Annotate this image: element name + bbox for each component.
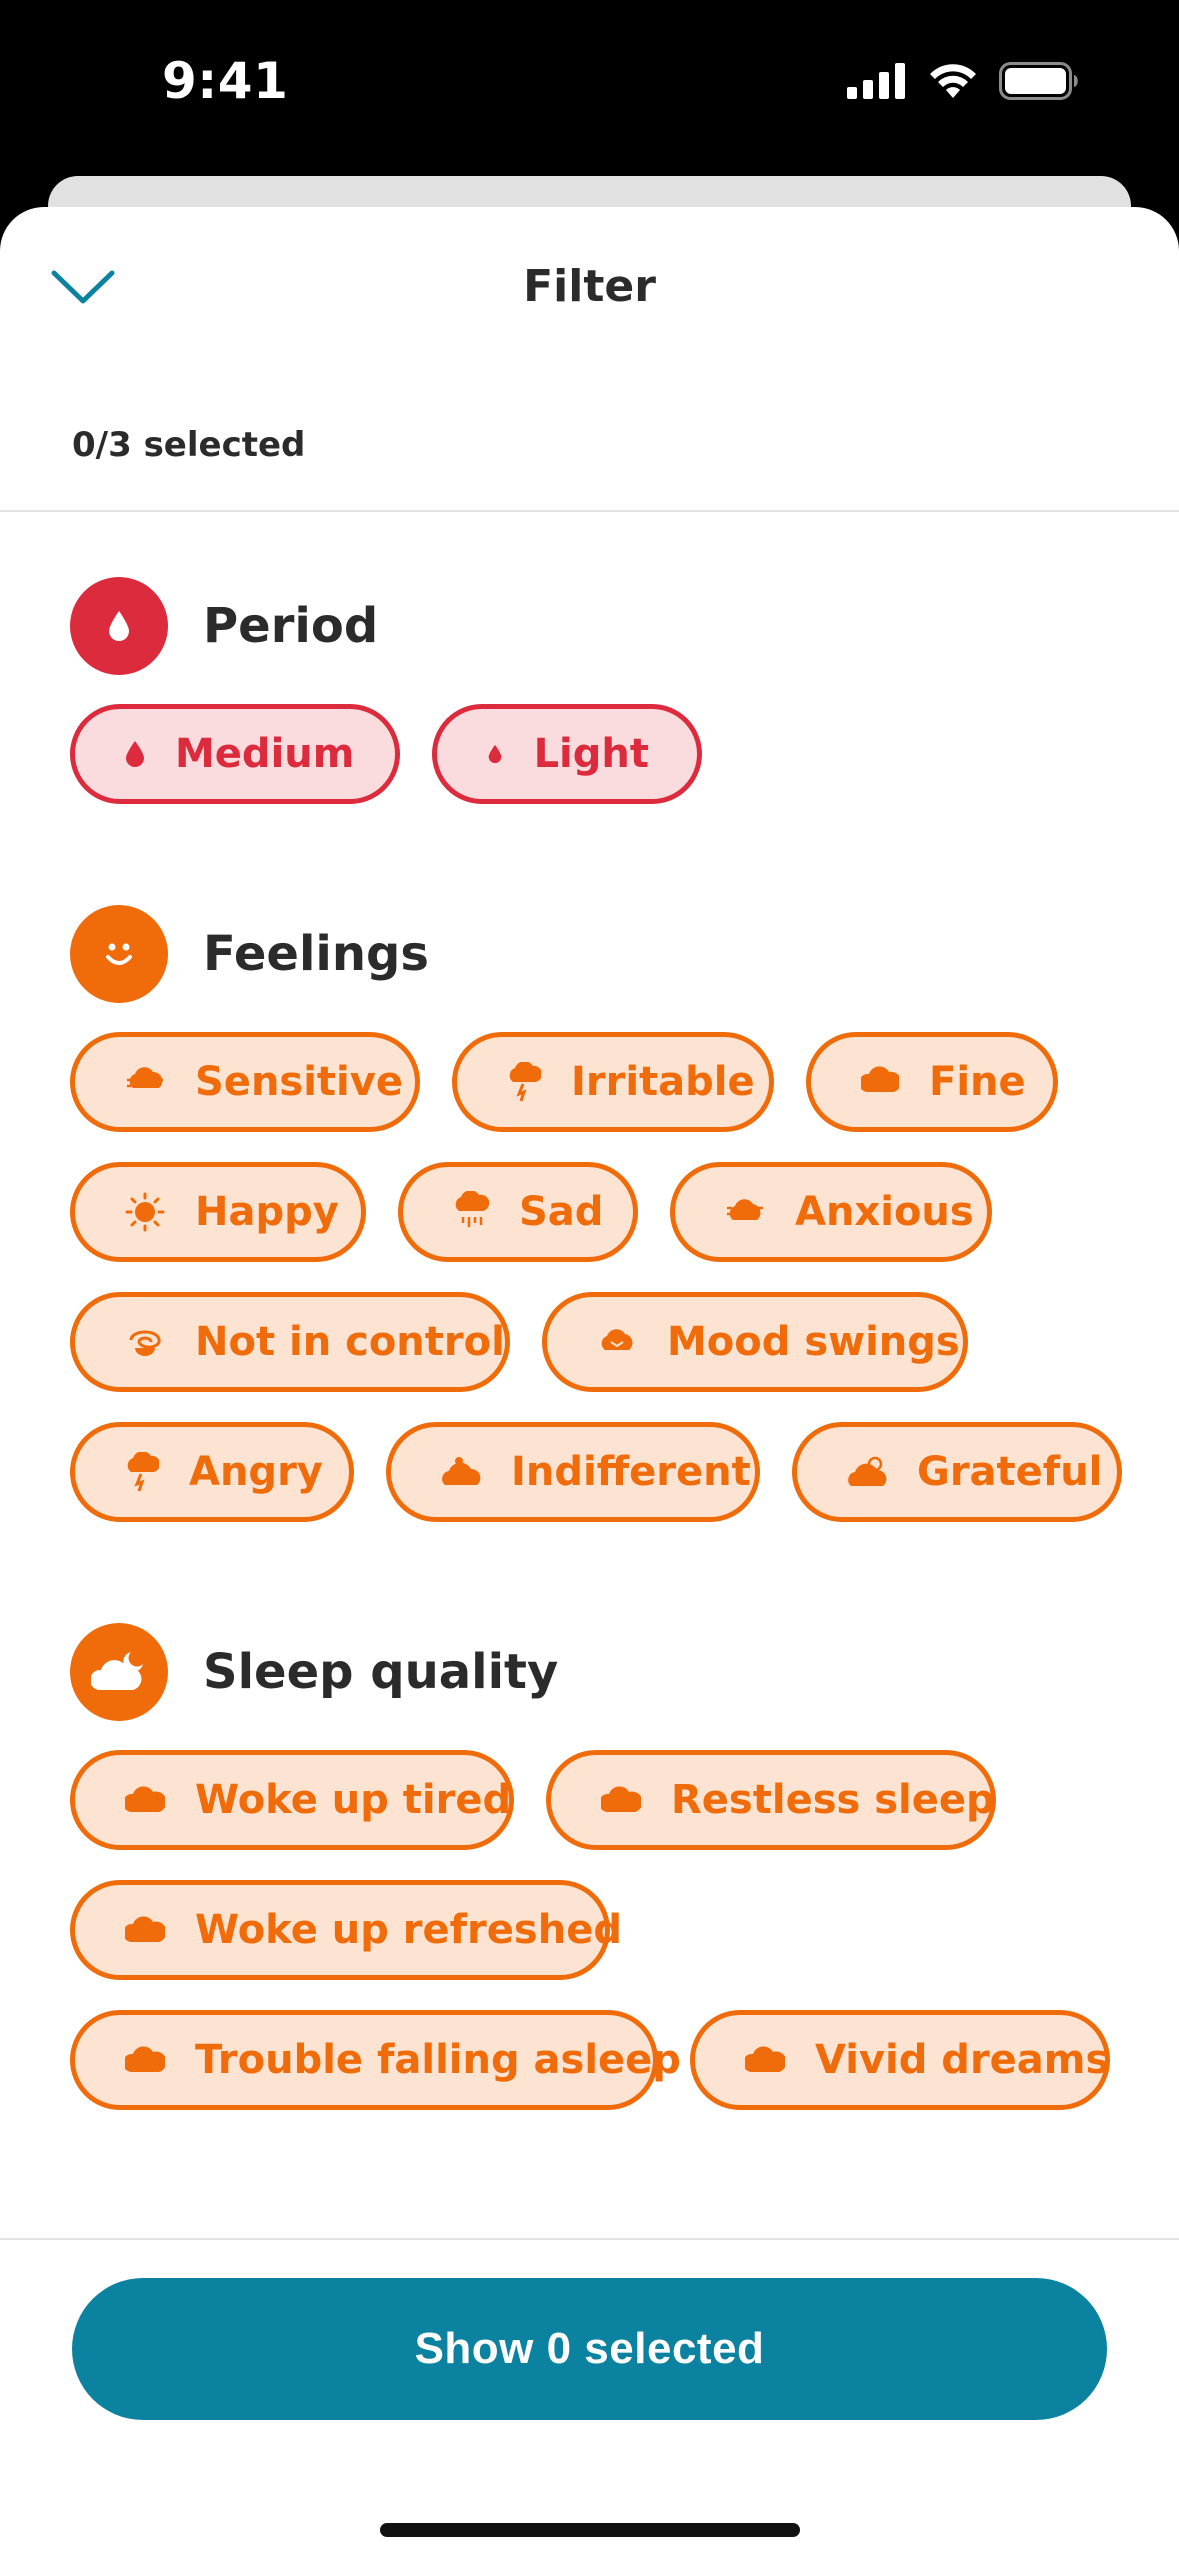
- filter-list[interactable]: Period Medium Light Feelings Sensitive I…: [0, 512, 1179, 2445]
- irritable-mood-icon: [507, 1062, 541, 1102]
- anxious-mood-icon: [725, 1192, 765, 1232]
- chip-woke-up-refreshed[interactable]: Woke up refreshed: [70, 1880, 622, 1980]
- chip-label: Happy: [195, 1189, 339, 1235]
- wifi-icon: [930, 64, 976, 98]
- small-blood-drop-icon: [487, 734, 504, 774]
- chip-label: Mood swings: [667, 1319, 960, 1365]
- battery-icon: [999, 62, 1078, 100]
- sad-rain-cloud-icon: [453, 1191, 489, 1232]
- chip-label: Sad: [519, 1189, 604, 1235]
- chip-label: Vivid dreams: [815, 2037, 1110, 2083]
- section-title: Period: [203, 598, 379, 654]
- chip-label: Light: [533, 731, 649, 777]
- mood-swings-icon: [597, 1322, 637, 1362]
- filter-sheet: Filter 0/3 selected Period Medium Light …: [0, 207, 1179, 2556]
- restless-cloud-icon: [601, 1780, 641, 1820]
- happy-sun-icon: [125, 1192, 165, 1232]
- chip-label: Fine: [929, 1059, 1026, 1105]
- chip-label: Anxious: [795, 1189, 974, 1235]
- section-header-sleep-quality: Sleep quality: [70, 1622, 1139, 1722]
- chip-fine[interactable]: Fine: [806, 1032, 1058, 1132]
- refreshed-cloud-icon: [125, 1910, 165, 1950]
- chip-sad[interactable]: Sad: [398, 1162, 638, 1262]
- section-title: Sleep quality: [203, 1644, 559, 1700]
- chip-label: Angry: [189, 1449, 323, 1495]
- sensitive-mood-icon: [125, 1062, 165, 1102]
- chip-medium[interactable]: Medium: [70, 704, 400, 804]
- chip-angry[interactable]: Angry: [70, 1422, 354, 1522]
- chip-label: Indifferent: [511, 1449, 751, 1495]
- chip-trouble-falling-asleep[interactable]: Trouble falling asleep: [70, 2010, 681, 2110]
- swirl-mood-icon: [125, 1322, 165, 1362]
- chip-label: Not in control: [195, 1319, 505, 1365]
- chip-mood-swings[interactable]: Mood swings: [542, 1292, 968, 1392]
- chip-group-feelings: Sensitive Irritable Fine Happy Sad Anxio…: [70, 1032, 1139, 1522]
- chip-anxious[interactable]: Anxious: [670, 1162, 992, 1262]
- dream-cloud-icon: [745, 2040, 785, 2080]
- fine-mood-icon: [861, 1062, 899, 1102]
- chip-grateful[interactable]: Grateful: [792, 1422, 1122, 1522]
- section-header-period: Period: [70, 576, 1139, 676]
- chip-light[interactable]: Light: [432, 704, 702, 804]
- section-title: Feelings: [203, 926, 429, 982]
- chip-label: Woke up refreshed: [195, 1907, 622, 1953]
- section-feelings: Feelings Sensitive Irritable Fine Happy …: [0, 904, 1179, 1522]
- status-bar: 9:41: [0, 0, 1179, 175]
- chip-vivid-dreams[interactable]: Vivid dreams: [690, 2010, 1110, 2110]
- sleep-cloud-moon-icon: [70, 1623, 168, 1721]
- chip-indifferent[interactable]: Indifferent: [386, 1422, 760, 1522]
- page-title: Filter: [523, 261, 656, 312]
- selection-counter: 0/3 selected: [72, 425, 306, 465]
- chip-happy[interactable]: Happy: [70, 1162, 366, 1262]
- tired-cloud-icon: [125, 1780, 165, 1820]
- chip-not-in-control[interactable]: Not in control: [70, 1292, 510, 1392]
- indifferent-mood-icon: [441, 1452, 481, 1492]
- chip-woke-up-tired[interactable]: Woke up tired: [70, 1750, 514, 1850]
- status-time: 9:41: [162, 52, 289, 110]
- grateful-mood-icon: [847, 1452, 887, 1492]
- chip-sensitive[interactable]: Sensitive: [70, 1032, 420, 1132]
- chip-irritable[interactable]: Irritable: [452, 1032, 774, 1132]
- smiley-face-icon: [70, 905, 168, 1003]
- chip-group-period: Medium Light: [70, 704, 1139, 804]
- home-indicator[interactable]: [380, 2523, 800, 2537]
- sheet-header: Filter: [0, 207, 1179, 312]
- chip-label: Medium: [175, 731, 355, 777]
- chip-label: Sensitive: [195, 1059, 403, 1105]
- angry-lightning-icon: [125, 1452, 159, 1492]
- status-icons: [847, 62, 1081, 100]
- chip-label: Irritable: [571, 1059, 755, 1105]
- trouble-sleep-cloud-icon: [125, 2040, 165, 2080]
- filter-screen: 9:41 Filter 0/3 selected Period Medium L…: [0, 0, 1179, 2556]
- chip-label: Woke up tired: [195, 1777, 512, 1823]
- show-selected-button[interactable]: Show 0 selected: [72, 2278, 1107, 2420]
- chip-label: Restless sleep: [671, 1777, 995, 1823]
- chip-group-sleep-quality: Woke up tired Restless sleep Woke up ref…: [70, 1750, 1139, 2110]
- blood-drop-icon: [70, 577, 168, 675]
- blood-drop-icon: [125, 734, 145, 774]
- chip-label: Grateful: [917, 1449, 1103, 1495]
- bottom-action-bar: Show 0 selected: [0, 2238, 1179, 2556]
- section-period: Period Medium Light: [0, 576, 1179, 804]
- section-header-feelings: Feelings: [70, 904, 1139, 1004]
- cellular-signal-icon: [847, 63, 905, 99]
- chip-label: Trouble falling asleep: [195, 2037, 681, 2083]
- chip-restless-sleep[interactable]: Restless sleep: [546, 1750, 996, 1850]
- section-sleep-quality: Sleep quality Woke up tired Restless sle…: [0, 1622, 1179, 2110]
